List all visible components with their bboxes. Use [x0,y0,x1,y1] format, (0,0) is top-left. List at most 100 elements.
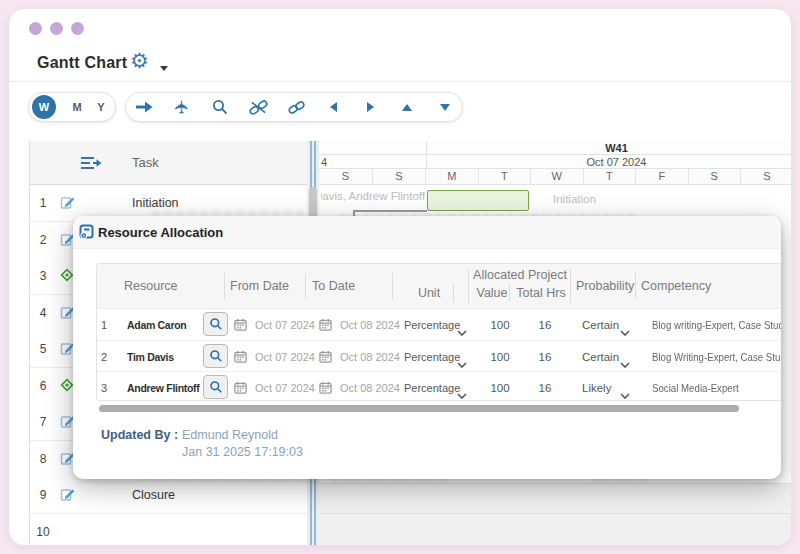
clipped-text-smudge [152,212,308,215]
resource-name: Adam Caron [127,319,186,331]
title-dropdown-caret-icon[interactable] [160,66,168,71]
chevron-down-icon[interactable] [620,322,630,340]
updated-by-name: Edmund Reynold [182,428,278,442]
allocation-table: Resource From Date To Date Unit Allocate… [96,263,781,401]
allocated-value[interactable]: 100 [482,351,518,363]
calendar-icon[interactable] [234,349,247,367]
view-switcher: W M Y [28,92,116,122]
col-header-value: Value [472,286,512,300]
unit-select-value[interactable]: Percentage [404,382,460,394]
day-cell: M [426,169,479,185]
milestone-icon[interactable] [60,268,74,286]
bar-resources-label: Davis, Andrew Flintoff [321,190,425,202]
previous-caret-icon[interactable] [321,93,345,121]
header-divider [9,81,792,82]
milestone-icon[interactable] [60,378,74,396]
row-number: 3 [30,269,56,283]
col-header-competency: Competency [641,279,711,293]
row-number: 8 [30,452,56,466]
task-column-header: Task [132,155,159,170]
calendar-icon[interactable] [319,349,332,367]
probability-select-value[interactable]: Certain [582,319,619,331]
to-date-value[interactable]: Oct 08 2024 [340,351,400,363]
day-cell: T [584,169,637,185]
unit-select-value[interactable]: Percentage [404,319,460,331]
task-row-9[interactable]: 9 Closure [30,477,308,514]
go-to-task-arrow-icon[interactable] [132,93,156,121]
horizontal-scrollbar-thumb[interactable] [99,405,739,412]
to-date-value[interactable]: Oct 08 2024 [340,319,400,331]
resource-search-button[interactable] [203,312,228,336]
task-name: Initiation [132,196,179,210]
allocation-table-header: Resource From Date To Date Unit Allocate… [97,264,781,309]
row-index: 2 [97,351,111,363]
task-pane-header: Task [30,141,308,185]
day-cell: S [689,169,742,185]
from-date-value[interactable]: Oct 07 2024 [255,319,315,331]
resource-name: Andrew Flintoff [127,382,200,394]
competency-value: Social Media-Expert [652,382,739,394]
week-view-button[interactable]: W [32,95,56,119]
col-header-probability: Probability [576,279,634,293]
resource-allocation-modal: Resource Allocation Resource From Date T… [73,216,781,479]
calendar-icon[interactable] [234,317,247,335]
move-down-caret-icon[interactable] [433,93,457,121]
chevron-down-icon[interactable] [620,385,630,401]
modal-title: Resource Allocation [98,225,223,240]
window-dot-3 [71,22,84,35]
allocated-value[interactable]: 100 [482,319,518,331]
updated-timestamp: Jan 31 2025 17:19:03 [182,445,303,459]
week-date-label: Oct 07 2024 [426,156,792,168]
row-number: 1 [30,196,56,210]
row-number: 10 [30,525,56,539]
calendar-icon[interactable] [319,317,332,335]
allocated-value[interactable]: 100 [482,382,518,394]
unit-select-value[interactable]: Percentage [404,351,460,363]
unlink-icon[interactable] [246,93,270,121]
row-index: 3 [97,382,111,394]
move-up-caret-icon[interactable] [395,93,419,121]
chevron-down-icon[interactable] [620,354,630,372]
zoom-search-icon[interactable] [208,93,232,121]
task-bar-label: Initiation [553,193,596,205]
probability-select-value[interactable]: Certain [582,351,619,363]
edit-task-icon[interactable] [60,195,75,214]
row-number: 4 [30,306,56,320]
resource-search-button[interactable] [203,375,228,399]
gantt-toolbar: ✈ [125,92,463,122]
competency-value: Blog writing-Expert, Case Studie [652,319,781,331]
task-row-10[interactable]: 10 [30,514,308,547]
next-caret-icon[interactable] [358,93,382,121]
expand-tasks-icon[interactable] [80,156,102,174]
prev-week-date-fragment: 4 [321,156,327,168]
day-cell: T [479,169,532,185]
from-date-value[interactable]: Oct 07 2024 [255,382,315,394]
settings-gear-icon[interactable]: ⚙ [130,49,149,73]
col-header-total-hrs: Total Hrs [511,286,571,300]
resource-search-button[interactable] [203,344,228,368]
from-date-value[interactable]: Oct 07 2024 [255,351,315,363]
updated-by-label: Updated By : [101,428,178,442]
probability-select-value[interactable]: Likely [582,382,611,394]
window-dot-1 [29,22,42,35]
critical-path-plane-icon[interactable]: ✈ [170,93,194,121]
col-header-from-date: From Date [230,279,289,293]
edit-task-icon[interactable] [60,487,75,506]
chevron-down-icon[interactable] [457,385,467,401]
allocation-row-3: 3 Andrew Flintoff Oct 07 2024 Oct 08 202… [97,371,781,401]
allocation-row-2: 2 Tim Davis Oct 07 2024 Oct 08 2024 Perc… [97,340,781,371]
year-view-button[interactable]: Y [91,93,111,121]
col-header-to-date: To Date [312,279,355,293]
day-cell: S [741,169,792,185]
chevron-down-icon[interactable] [457,354,467,372]
calendar-icon[interactable] [319,380,332,398]
modal-header: Resource Allocation [73,216,781,249]
allocation-row-1: 1 Adam Caron Oct 07 2024 Oct 08 2024 Per… [97,309,781,340]
task-bar-initiation[interactable] [427,190,529,211]
to-date-value[interactable]: Oct 08 2024 [340,382,400,394]
month-view-button[interactable]: M [67,93,87,121]
week-boundary-line [426,141,427,169]
chevron-down-icon[interactable] [457,322,467,340]
calendar-icon[interactable] [234,380,247,398]
link-icon[interactable] [284,93,308,121]
